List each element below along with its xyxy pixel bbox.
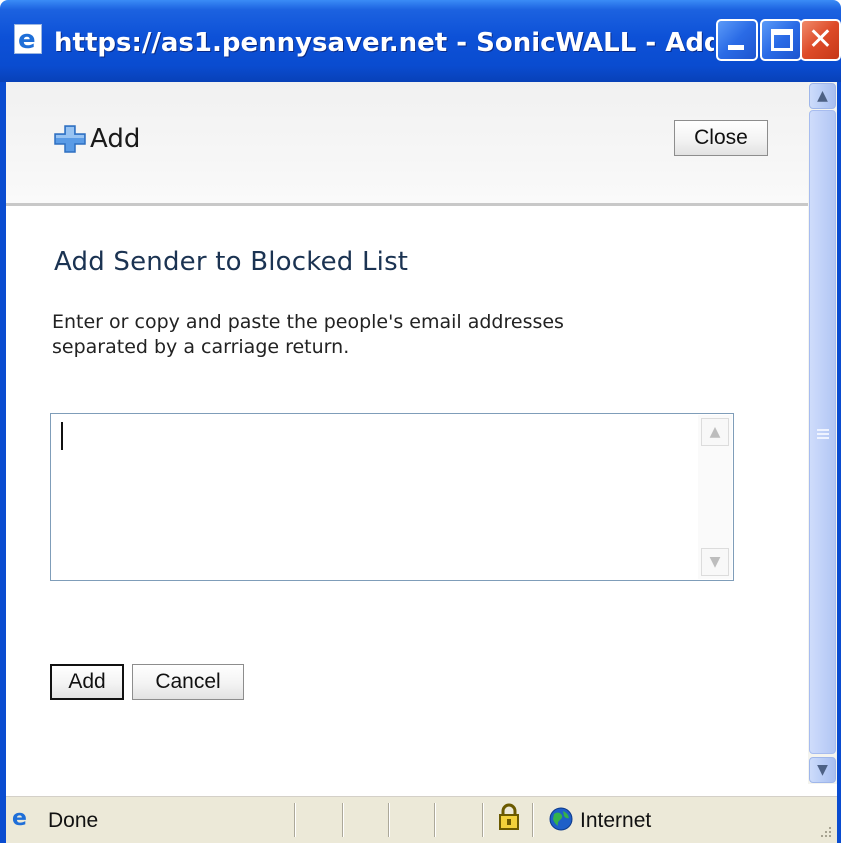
dialog-content: Add Close Add Sender to Blocked List Ent…: [6, 82, 808, 784]
status-divider: [294, 803, 296, 837]
scroll-down-icon[interactable]: ▼: [809, 757, 836, 783]
scroll-up-icon[interactable]: ▲: [809, 83, 836, 109]
scrollbar-grip-icon: [817, 429, 829, 439]
maximize-icon: [771, 29, 793, 51]
minimize-button[interactable]: [716, 19, 758, 61]
text-caret: [61, 422, 63, 450]
lock-icon[interactable]: [498, 803, 520, 831]
window-frame-right: [837, 82, 841, 843]
globe-icon: [549, 807, 573, 831]
close-icon: ✕: [807, 22, 834, 57]
instructions-line-1: Enter or copy and paste the people's ema…: [52, 311, 564, 333]
ie-status-icon: e: [12, 806, 27, 831]
status-divider: [434, 803, 436, 837]
status-divider: [342, 803, 344, 837]
textarea-scrollbar[interactable]: ▲ ▼: [698, 415, 732, 579]
window-close-button[interactable]: ✕: [800, 19, 841, 61]
header-title: Add: [90, 124, 141, 154]
section-title: Add Sender to Blocked List: [54, 247, 409, 277]
cancel-button[interactable]: Cancel: [132, 664, 244, 700]
security-zone-text: Internet: [580, 809, 652, 832]
resize-grip-icon[interactable]: [817, 823, 833, 839]
status-divider: [482, 803, 484, 837]
scrollbar-thumb[interactable]: [809, 110, 836, 754]
maximize-button[interactable]: [760, 19, 802, 61]
scroll-down-arrow-icon[interactable]: ▼: [701, 548, 729, 576]
content-bottom-strip: [6, 784, 837, 796]
title-bar[interactable]: e https://as1.pennysaver.net - SonicWALL…: [0, 0, 841, 82]
status-bar: e Done Internet: [6, 796, 837, 843]
minimize-icon: [728, 45, 744, 50]
close-button[interactable]: Close: [674, 120, 768, 156]
status-text: Done: [48, 809, 99, 832]
scroll-up-arrow-icon[interactable]: ▲: [701, 418, 729, 446]
page-scrollbar[interactable]: ▲ ▼: [808, 82, 837, 784]
ie-page-icon: e: [14, 24, 42, 54]
status-divider: [388, 803, 390, 837]
window-title: https://as1.pennysaver.net - SonicWALL -…: [54, 28, 714, 58]
add-button[interactable]: Add: [50, 664, 124, 700]
email-addresses-textarea[interactable]: ▲ ▼: [50, 413, 734, 581]
instructions-text: Enter or copy and paste the people's ema…: [52, 310, 752, 360]
status-divider: [532, 803, 534, 837]
instructions-line-2: separated by a carriage return.: [52, 336, 350, 358]
dialog-header: Add Close: [6, 82, 808, 206]
plus-icon: [54, 125, 86, 153]
